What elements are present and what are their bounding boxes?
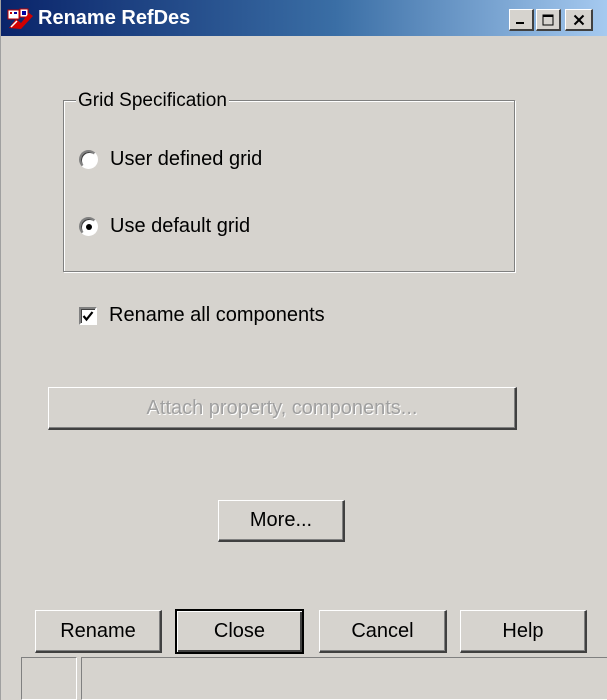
- radio-label: User defined grid: [110, 148, 263, 170]
- close-window-button[interactable]: [565, 9, 593, 31]
- help-button[interactable]: Help: [460, 610, 587, 653]
- rename-refdes-app-icon[interactable]: [7, 8, 35, 30]
- attach-property-components-button[interactable]: Attach property, components...: [48, 387, 517, 430]
- cancel-button[interactable]: Cancel: [319, 610, 447, 653]
- rename-refdes-dialog: Rename RefDes Grid Specification User de…: [0, 0, 607, 700]
- grid-specification-legend: Grid Specification: [76, 90, 229, 112]
- grid-specification-group: [63, 100, 515, 272]
- checkbox-label: Rename all components: [109, 304, 325, 326]
- minimize-icon: [515, 14, 527, 26]
- radio-button-selected-icon[interactable]: [79, 217, 98, 236]
- radio-user-defined-grid[interactable]: User defined grid: [79, 148, 262, 171]
- window-title: Rename RefDes: [38, 7, 191, 29]
- minimize-button[interactable]: [509, 9, 534, 31]
- close-icon: [573, 14, 585, 26]
- rename-button[interactable]: Rename: [35, 610, 162, 653]
- status-pane-1: [21, 657, 77, 700]
- checkbox-checked-icon[interactable]: [79, 306, 97, 325]
- status-bar: [1, 655, 607, 700]
- close-button[interactable]: Close: [175, 609, 304, 654]
- title-bar[interactable]: Rename RefDes: [1, 0, 607, 36]
- radio-button-icon[interactable]: [79, 150, 98, 169]
- maximize-icon: [542, 14, 554, 26]
- radio-use-default-grid[interactable]: Use default grid: [79, 215, 250, 238]
- rename-all-components-checkbox[interactable]: Rename all components: [79, 304, 325, 327]
- maximize-button[interactable]: [536, 9, 561, 31]
- status-pane-2: [81, 657, 607, 700]
- radio-label: Use default grid: [110, 215, 251, 237]
- more-button[interactable]: More...: [218, 500, 345, 542]
